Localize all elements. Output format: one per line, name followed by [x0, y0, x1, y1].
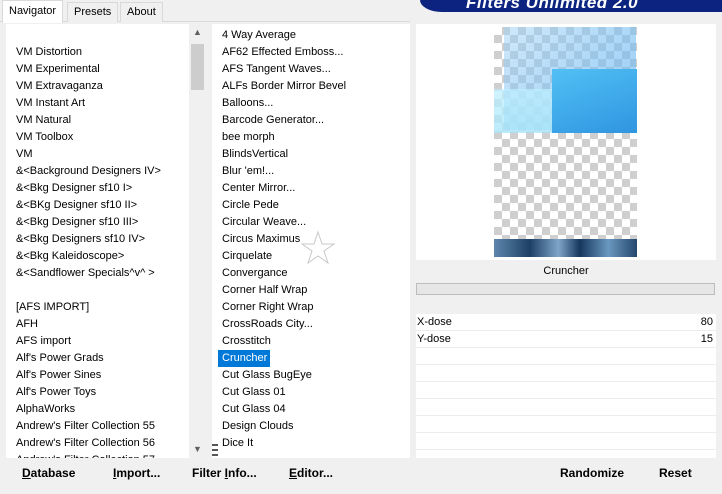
category-item[interactable]: &<Bkg Designers sf10 IV> — [13, 231, 183, 248]
category-item[interactable]: Andrew's Filter Collection 56 — [13, 435, 183, 452]
category-item[interactable]: VM Distortion — [13, 44, 183, 61]
filter-item[interactable]: Balloons... — [218, 95, 408, 112]
filter-item[interactable]: AF62 Effected Emboss... — [218, 44, 408, 61]
category-item[interactable]: VM — [13, 146, 183, 163]
category-item[interactable]: &<Sandflower Specials^v^ > — [13, 265, 183, 282]
category-item[interactable]: Andrew's Filter Collection 55 — [13, 418, 183, 435]
param-row-y-dose[interactable]: Y-dose 15 — [416, 331, 716, 348]
database-button[interactable]: Database — [22, 466, 75, 480]
editor-button[interactable]: Editor... — [289, 466, 333, 480]
category-item[interactable]: AlphaWorks — [13, 401, 183, 418]
filter-item[interactable]: Cut Glass 01 — [218, 384, 408, 401]
filter-item[interactable]: Cruncher — [218, 350, 271, 367]
param-row-x-dose[interactable]: X-dose 80 — [416, 314, 716, 331]
category-item[interactable]: VM Natural — [13, 112, 183, 129]
param-row-empty — [416, 416, 716, 433]
filter-item[interactable]: Circular Weave... — [218, 214, 408, 231]
scrollbar-thumb[interactable] — [191, 44, 204, 90]
category-list[interactable]: VM Distortion VM Experimental VM Extravaga… — [13, 44, 183, 458]
param-row-empty — [416, 399, 716, 416]
category-item[interactable]: VM Experimental — [13, 61, 183, 78]
param-label: Y-dose — [417, 333, 451, 345]
param-row-empty — [416, 348, 716, 365]
filter-info-button[interactable]: Filter Info... — [192, 466, 257, 480]
import-button[interactable]: Import... — [113, 466, 160, 480]
preview-image — [494, 27, 637, 257]
category-item[interactable]: VM Instant Art — [13, 95, 183, 112]
tab-navigator[interactable]: Navigator — [2, 0, 64, 23]
filter-item[interactable]: Corner Half Wrap — [218, 282, 408, 299]
scroll-down-icon[interactable]: ▼ — [189, 441, 206, 458]
category-item[interactable]: Alf's Power Toys — [13, 384, 183, 401]
category-item[interactable]: AFS import — [13, 333, 183, 350]
filter-item[interactable]: 4 Way Average — [218, 27, 408, 44]
filter-item[interactable]: ALFs Border Mirror Bevel — [218, 78, 408, 95]
app-title: Filters Unlimited 2.0 — [466, 0, 639, 12]
param-row-empty — [416, 365, 716, 382]
category-item[interactable]: Alf's Power Grads — [13, 350, 183, 367]
app-banner: Filters Unlimited 2.0 — [420, 0, 722, 12]
category-list-panel: VM Distortion VM Experimental VM Extravaga… — [6, 24, 206, 458]
progress-bar — [416, 283, 715, 295]
category-item[interactable]: VM Extravaganza — [13, 78, 183, 95]
filter-item[interactable]: Blur 'em!... — [218, 163, 408, 180]
parameter-panel: X-dose 80 Y-dose 15 — [416, 314, 716, 458]
randomize-button[interactable]: Randomize — [560, 466, 624, 480]
filter-item[interactable]: Corner Right Wrap — [218, 299, 408, 316]
preview-panel — [416, 24, 716, 260]
filter-item[interactable]: CrossRoads City... — [218, 316, 408, 333]
filter-item[interactable]: BlindsVertical — [218, 146, 408, 163]
param-value[interactable]: 15 — [701, 331, 713, 348]
filter-item[interactable]: Barcode Generator... — [218, 112, 408, 129]
category-item[interactable]: [AFS IMPORT] — [13, 299, 183, 316]
filter-item[interactable]: Dice It — [218, 435, 408, 452]
tab-presets[interactable]: Presets — [67, 2, 119, 22]
category-item[interactable]: VM Toolbox — [13, 129, 183, 146]
filter-item[interactable]: Center Mirror... — [218, 180, 408, 197]
filter-item[interactable]: bee morph — [218, 129, 408, 146]
category-item[interactable]: Alf's Power Sines — [13, 367, 183, 384]
param-value[interactable]: 80 — [701, 314, 713, 331]
category-item[interactable]: &<Bkg Designer sf10 I> — [13, 180, 183, 197]
filter-item[interactable]: Design Clouds — [218, 418, 408, 435]
param-row-empty — [416, 382, 716, 399]
bottom-right-toolbar: Randomize Reset — [416, 458, 716, 488]
scroll-up-icon[interactable]: ▲ — [189, 24, 206, 41]
filter-item[interactable]: Crosstitch — [218, 333, 408, 350]
category-item[interactable]: &<Bkg Kaleidoscope> — [13, 248, 183, 265]
category-item[interactable]: &<Bkg Designer sf10 III> — [13, 214, 183, 231]
reset-button[interactable]: Reset — [659, 466, 692, 480]
filter-name-label: Cruncher — [416, 262, 716, 280]
category-item[interactable]: AFH — [13, 316, 183, 333]
param-label: X-dose — [417, 316, 452, 328]
filter-item[interactable]: Cut Glass BugEye — [218, 367, 408, 384]
resize-grip-icon[interactable] — [212, 444, 218, 456]
category-item[interactable]: &<BKg Designer sf10 II> — [13, 197, 183, 214]
filter-item[interactable]: AFS Tangent Waves... — [218, 61, 408, 78]
tab-strip: Navigator Presets About — [0, 0, 410, 23]
bottom-left-toolbar: Database Import... Filter Info... Editor… — [6, 458, 410, 488]
filter-item[interactable]: Cut Glass 04 — [218, 401, 408, 418]
category-item[interactable]: &<Background Designers IV> — [13, 163, 183, 180]
category-scrollbar[interactable]: ▲ ▼ — [189, 24, 206, 458]
param-row-empty — [416, 433, 716, 450]
filter-item[interactable]: Circle Pede — [218, 197, 408, 214]
tab-about[interactable]: About — [120, 2, 163, 22]
